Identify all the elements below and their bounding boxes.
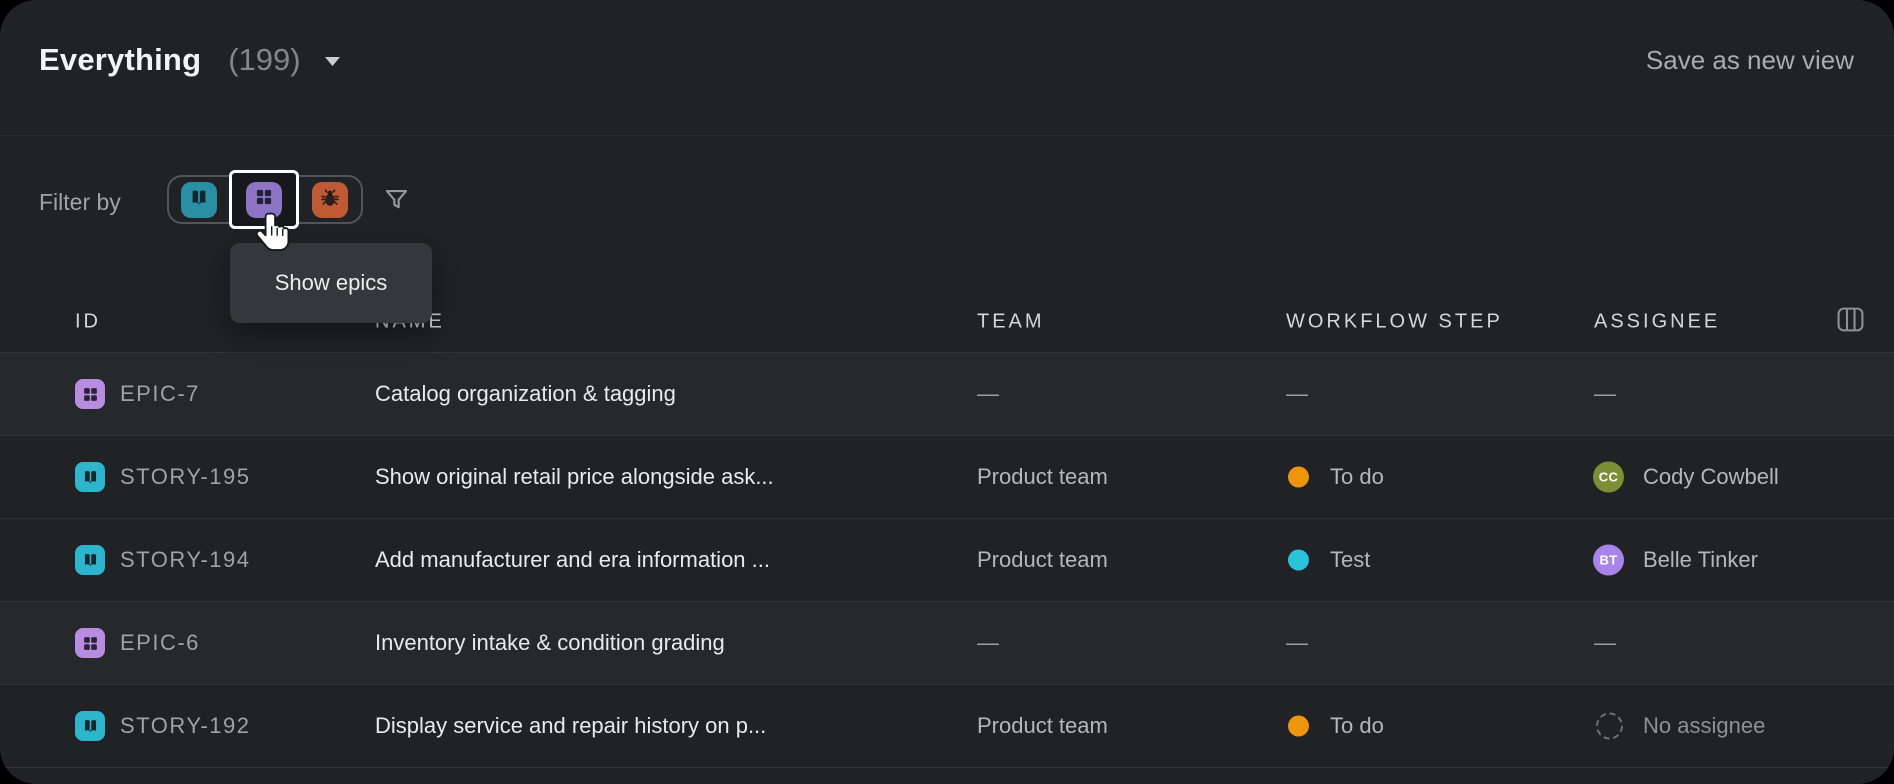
table-row[interactable]: STORY-195 Show original retail price alo… — [0, 435, 1894, 518]
show-epics-button-hover-outline[interactable] — [229, 170, 299, 229]
column-settings-icon[interactable] — [1836, 305, 1865, 339]
row-assignee-empty: — — [1594, 630, 1616, 655]
workflow-state-dot — [1288, 549, 1309, 571]
row-name[interactable]: Display service and repair history on p.… — [375, 713, 766, 739]
row-assignee[interactable]: Belle Tinker — [1643, 547, 1758, 573]
no-assignee-icon — [1596, 712, 1623, 740]
row-id[interactable]: STORY-192 — [120, 713, 251, 739]
save-as-new-view-button[interactable]: Save as new view — [1646, 45, 1854, 76]
filter-funnel-icon[interactable] — [383, 186, 410, 218]
avatar: CC — [1593, 461, 1624, 493]
avatar: BT — [1593, 544, 1624, 576]
epic-type-icon — [75, 379, 105, 409]
main-panel: Everything (199) Save as new view Filter… — [0, 0, 1894, 784]
tooltip-label: Show epics — [274, 270, 388, 295]
show-bugs-button[interactable] — [312, 182, 348, 218]
row-workflow-step[interactable]: To do — [1330, 713, 1384, 739]
row-workflow-step[interactable]: Test — [1330, 547, 1370, 573]
table-row[interactable]: EPIC-6 Inventory intake & condition grad… — [0, 601, 1894, 684]
workflow-state-dot — [1288, 715, 1309, 737]
item-count: (199) — [228, 42, 301, 77]
workflow-state-dot — [1288, 466, 1309, 488]
story-type-icon — [75, 462, 105, 492]
row-name[interactable]: Add manufacturer and era information ... — [375, 547, 770, 573]
story-book-icon — [188, 187, 210, 214]
row-name[interactable]: Show original retail price alongside ask… — [375, 464, 774, 490]
row-name[interactable]: Inventory intake & condition grading — [375, 630, 725, 656]
tooltip: Show epics — [230, 243, 432, 323]
row-id[interactable]: STORY-195 — [120, 464, 251, 490]
table-row[interactable]: STORY-192 Display service and repair his… — [0, 684, 1894, 767]
row-team-empty: — — [977, 381, 999, 406]
row-team[interactable]: Product team — [977, 713, 1108, 739]
partial-next-row — [0, 767, 1894, 784]
page-title[interactable]: Everything — [39, 42, 201, 78]
row-name[interactable]: Catalog organization & tagging — [375, 381, 676, 407]
row-workflow-empty: — — [1286, 630, 1308, 655]
row-team[interactable]: Product team — [977, 464, 1108, 490]
story-type-icon — [75, 711, 105, 741]
show-epics-button[interactable] — [246, 181, 282, 218]
row-workflow-step[interactable]: To do — [1330, 464, 1384, 490]
row-id[interactable]: EPIC-6 — [120, 630, 200, 656]
story-type-icon — [75, 545, 105, 575]
epic-grid-icon — [254, 187, 274, 212]
row-team[interactable]: Product team — [977, 547, 1108, 573]
table-row[interactable]: STORY-194 Add manufacturer and era infor… — [0, 518, 1894, 601]
row-assignee[interactable]: No assignee — [1643, 713, 1765, 739]
header-divider — [0, 135, 1894, 136]
column-header-team[interactable]: TEAM — [977, 311, 1045, 334]
show-stories-button[interactable] — [181, 182, 217, 218]
filter-by-label: Filter by — [39, 189, 121, 215]
epic-type-icon — [75, 628, 105, 658]
row-id[interactable]: STORY-194 — [120, 547, 251, 573]
column-header-workflow-step[interactable]: WORKFLOW STEP — [1286, 311, 1503, 334]
row-team-empty: — — [977, 630, 999, 655]
column-header-assignee[interactable]: ASSIGNEE — [1594, 311, 1720, 334]
row-id[interactable]: EPIC-7 — [120, 381, 200, 407]
view-dropdown-caret-icon[interactable] — [324, 54, 341, 72]
bug-icon — [319, 187, 341, 214]
title-bar: Everything (199) Save as new view — [39, 34, 1854, 86]
column-header-id[interactable]: ID — [75, 311, 101, 334]
table-row[interactable]: EPIC-7 Catalog organization & tagging — … — [0, 352, 1894, 435]
row-assignee[interactable]: Cody Cowbell — [1643, 464, 1779, 490]
row-assignee-empty: — — [1594, 381, 1616, 406]
row-workflow-empty: — — [1286, 381, 1308, 406]
